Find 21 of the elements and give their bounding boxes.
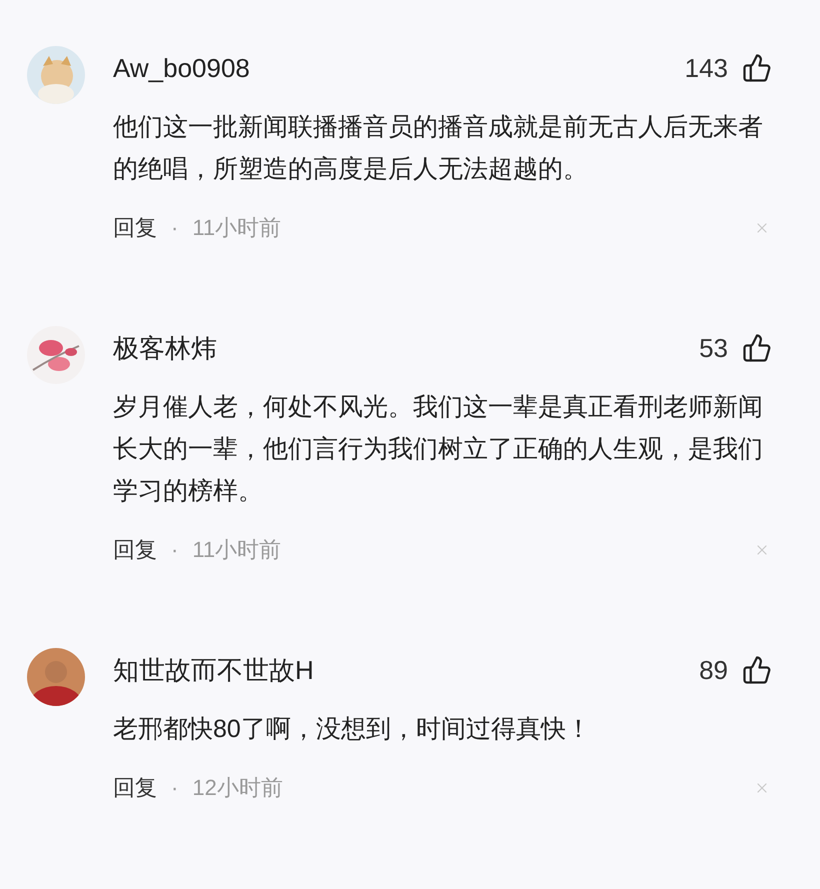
like-count: 89: [699, 654, 728, 686]
thumbs-up-icon[interactable]: [742, 53, 772, 83]
timestamp: 11小时前: [192, 214, 282, 242]
user-name: 极客林炜: [113, 332, 217, 364]
like-count: 53: [699, 332, 728, 364]
reply-button[interactable]: 回复: [113, 535, 157, 565]
separator-dot: ·: [171, 775, 178, 801]
comment-text: 他们这一批新闻联播播音员的播音成就是前无古人后无来者的绝唱，所塑造的高度是后人无法超越的。: [113, 112, 764, 185]
timestamp: 11小时前: [192, 536, 282, 564]
comment-text: 老邢都快80了啊，没想到，时间过得真快！: [113, 714, 592, 745]
thumbs-up-icon[interactable]: [742, 655, 772, 685]
reply-button[interactable]: 回复: [113, 213, 157, 243]
comment-text: 岁月催人老，何处不风光。我们这一辈是真正看刑老师新闻长大的一辈，他们言行为我们树立了正确的人生观，是我们学习的榜样。: [113, 392, 764, 507]
separator-dot: ·: [171, 537, 178, 563]
user-name: Aw_bo0908: [113, 52, 250, 84]
user-name: 知世故而不世故H: [113, 654, 314, 686]
thumbs-up-icon[interactable]: [742, 333, 772, 363]
like-count: 143: [684, 52, 728, 84]
timestamp: 12小时前: [192, 774, 283, 802]
reply-button[interactable]: 回复: [113, 773, 157, 803]
separator-dot: ·: [171, 215, 178, 241]
